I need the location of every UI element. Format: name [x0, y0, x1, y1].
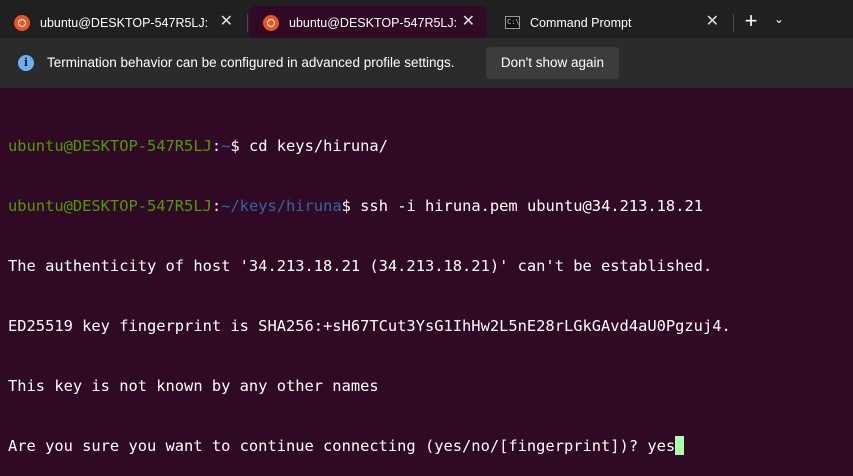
terminal-line-text: Are you sure you want to continue connec…: [8, 437, 676, 455]
prompt-user: ubuntu@DESKTOP-547R5LJ: [8, 197, 212, 215]
prompt-path: ~/keys/hiruna: [221, 197, 342, 215]
prompt-colon: :: [211, 197, 222, 215]
ubuntu-icon: [14, 14, 30, 31]
prompt-symbol: $: [230, 137, 249, 155]
prompt-user: ubuntu@DESKTOP-547R5LJ: [8, 137, 212, 155]
terminal-line: ubuntu@DESKTOP-547R5LJ:~$ cd keys/hiruna…: [8, 136, 853, 156]
close-icon[interactable]: ✕: [462, 14, 475, 30]
terminal-line: ED25519 key fingerprint is SHA256:+sH67T…: [8, 317, 731, 335]
info-message: Termination behavior can be configured i…: [47, 55, 455, 70]
tab-ubuntu-1[interactable]: ubuntu@DESKTOP-547R5LJ: /n ✕: [0, 6, 245, 39]
terminal-output[interactable]: ubuntu@DESKTOP-547R5LJ:~$ cd keys/hiruna…: [8, 96, 853, 476]
close-icon[interactable]: ✕: [706, 14, 719, 30]
ubuntu-icon: [263, 14, 279, 31]
tab-divider: [247, 14, 248, 32]
info-bar: i Termination behavior can be configured…: [0, 38, 853, 88]
chevron-down-icon[interactable]: ⌄: [771, 12, 787, 32]
tab-title: ubuntu@DESKTOP-547R5LJ: ~: [289, 15, 459, 30]
terminal-line: ubuntu@DESKTOP-547R5LJ:~/keys/hiruna$ ss…: [8, 196, 853, 216]
tab-command-prompt[interactable]: C:\ Command Prompt ✕: [491, 6, 731, 39]
command-text: cd keys/hiruna/: [248, 137, 388, 155]
info-icon: i: [18, 55, 34, 71]
text-cursor: [675, 436, 685, 455]
terminal-line: The authenticity of host '34.213.18.21 (…: [8, 257, 713, 275]
terminal-line: This key is not known by any other names: [8, 377, 379, 395]
terminal-line: Are you sure you want to continue connec…: [8, 436, 853, 456]
new-tab-button[interactable]: +: [741, 10, 761, 34]
prompt-colon: :: [211, 137, 222, 155]
tab-title: ubuntu@DESKTOP-547R5LJ: /n: [40, 15, 210, 30]
tab-title: Command Prompt: [530, 15, 632, 30]
close-icon[interactable]: ✕: [220, 14, 233, 30]
tab-divider: [733, 14, 734, 32]
prompt-symbol: $: [341, 197, 361, 215]
command-text: ssh -i hiruna.pem ubuntu@34.213.18.21: [360, 197, 703, 215]
tab-ubuntu-2-active[interactable]: ubuntu@DESKTOP-547R5LJ: ~ ✕: [249, 6, 487, 39]
dont-show-again-button[interactable]: Don't show again: [486, 47, 619, 79]
cmd-icon: C:\: [505, 16, 520, 29]
